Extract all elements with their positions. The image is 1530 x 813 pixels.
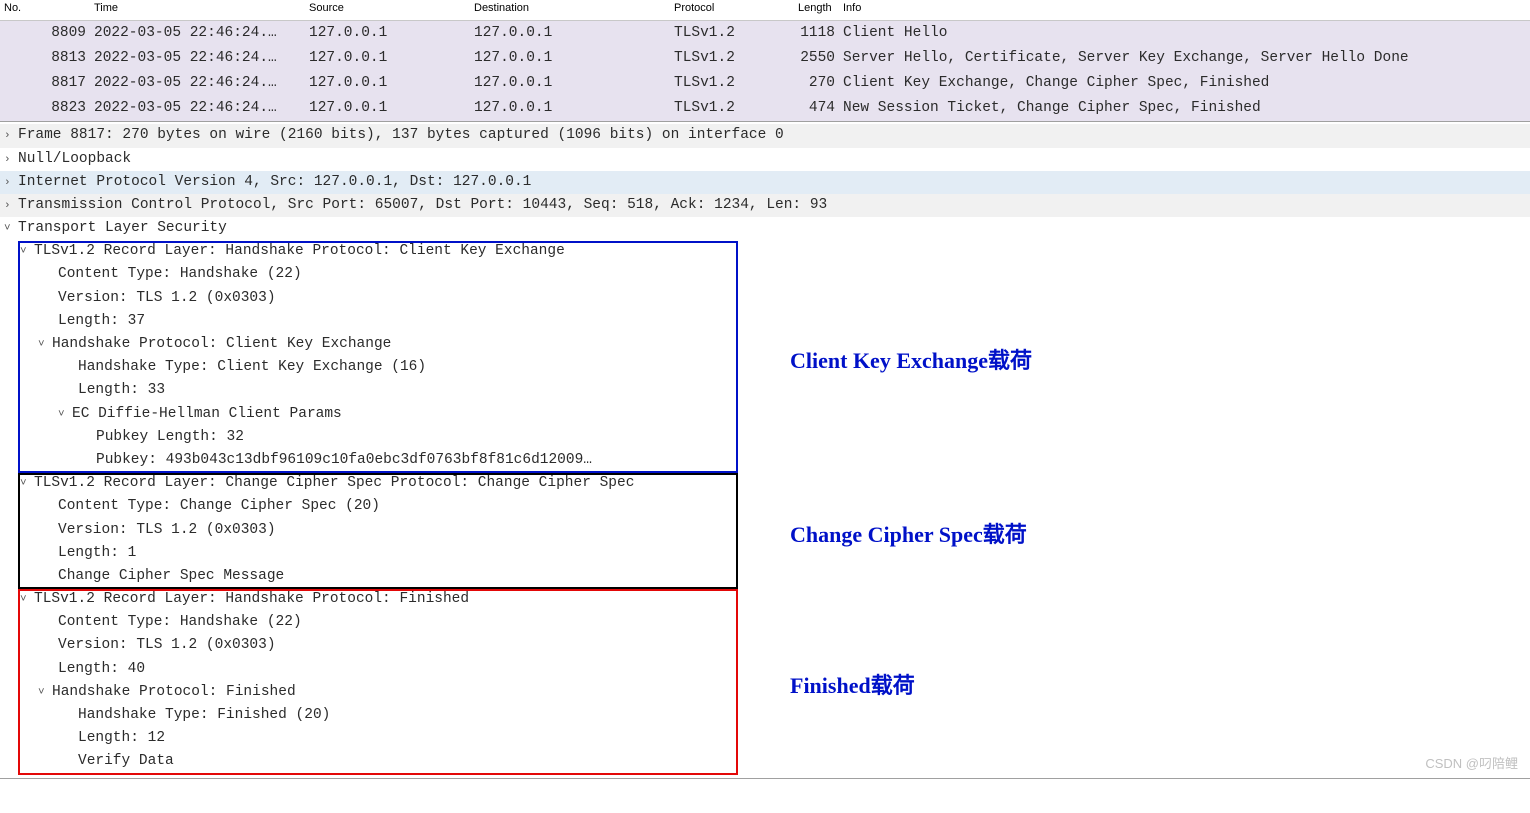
rec1-pubkey[interactable]: Pubkey: 493b043c13dbf96109c10fa0ebc3df07… bbox=[0, 449, 1530, 472]
detail-ip-text: Internet Protocol Version 4, Src: 127.0.… bbox=[18, 171, 531, 194]
cell-info: Client Hello bbox=[839, 20, 1530, 46]
cell-no: 8813 bbox=[0, 46, 90, 71]
rec1-ecdh[interactable]: ˅ EC Diffie-Hellman Client Params bbox=[0, 403, 1530, 426]
cell-proto: TLSv1.2 bbox=[670, 20, 794, 46]
packet-list-table[interactable]: No. Time Source Destination Protocol Len… bbox=[0, 0, 1530, 121]
cell-dst: 127.0.0.1 bbox=[470, 71, 670, 96]
cell-proto: TLSv1.2 bbox=[670, 46, 794, 71]
packet-list-header[interactable]: No. Time Source Destination Protocol Len… bbox=[0, 0, 1530, 20]
chevron-down-icon[interactable]: ˅ bbox=[38, 338, 52, 352]
cell-no: 8809 bbox=[0, 20, 90, 46]
chevron-right-icon[interactable]: › bbox=[4, 199, 18, 213]
chevron-down-icon[interactable]: ˅ bbox=[38, 686, 52, 700]
cell-len: 474 bbox=[794, 96, 839, 121]
detail-null-loopback-text: Null/Loopback bbox=[18, 148, 131, 171]
packet-row[interactable]: 88172022-03-05 22:46:24.…127.0.0.1127.0.… bbox=[0, 71, 1530, 96]
tls-record-3[interactable]: ˅ TLSv1.2 Record Layer: Handshake Protoc… bbox=[0, 588, 1530, 611]
detail-ip[interactable]: › Internet Protocol Version 4, Src: 127.… bbox=[0, 171, 1530, 194]
rec1-hs-type[interactable]: Handshake Type: Client Key Exchange (16) bbox=[0, 356, 1530, 379]
cell-dst: 127.0.0.1 bbox=[470, 96, 670, 121]
cell-src: 127.0.0.1 bbox=[305, 96, 470, 121]
detail-tls[interactable]: ˅ Transport Layer Security bbox=[0, 217, 1530, 240]
cell-src: 127.0.0.1 bbox=[305, 71, 470, 96]
chevron-right-icon[interactable]: › bbox=[4, 129, 18, 143]
chevron-down-icon[interactable]: ˅ bbox=[58, 408, 72, 422]
cell-info: New Session Ticket, Change Cipher Spec, … bbox=[839, 96, 1530, 121]
rec3-hs-type[interactable]: Handshake Type: Finished (20) bbox=[0, 704, 1530, 727]
detail-frame[interactable]: › Frame 8817: 270 bytes on wire (2160 bi… bbox=[0, 124, 1530, 147]
chevron-right-icon[interactable]: › bbox=[4, 176, 18, 190]
col-destination[interactable]: Destination bbox=[470, 0, 670, 20]
rec2-msg[interactable]: Change Cipher Spec Message bbox=[0, 565, 1530, 588]
col-no[interactable]: No. bbox=[0, 0, 90, 20]
col-source[interactable]: Source bbox=[305, 0, 470, 20]
cell-dst: 127.0.0.1 bbox=[470, 46, 670, 71]
cell-time: 2022-03-05 22:46:24.… bbox=[90, 20, 305, 46]
detail-tls-text: Transport Layer Security bbox=[18, 217, 227, 240]
cell-no: 8823 bbox=[0, 96, 90, 121]
detail-tcp[interactable]: › Transmission Control Protocol, Src Por… bbox=[0, 194, 1530, 217]
rec1-version[interactable]: Version: TLS 1.2 (0x0303) bbox=[0, 287, 1530, 310]
rec3-handshake[interactable]: ˅ Handshake Protocol: Finished bbox=[0, 681, 1530, 704]
cell-src: 127.0.0.1 bbox=[305, 46, 470, 71]
cell-len: 270 bbox=[794, 71, 839, 96]
tls-record-2-title: TLSv1.2 Record Layer: Change Cipher Spec… bbox=[34, 472, 634, 495]
rec1-length[interactable]: Length: 37 bbox=[0, 310, 1530, 333]
rec3-content-type[interactable]: Content Type: Handshake (22) bbox=[0, 611, 1530, 634]
rec3-version[interactable]: Version: TLS 1.2 (0x0303) bbox=[0, 634, 1530, 657]
packet-row[interactable]: 88132022-03-05 22:46:24.…127.0.0.1127.0.… bbox=[0, 46, 1530, 71]
chevron-down-icon[interactable]: ˅ bbox=[20, 593, 34, 607]
col-protocol[interactable]: Protocol bbox=[670, 0, 794, 20]
packet-details-pane[interactable]: › Frame 8817: 270 bytes on wire (2160 bi… bbox=[0, 121, 1530, 778]
cell-proto: TLSv1.2 bbox=[670, 96, 794, 121]
tls-record-3-title: TLSv1.2 Record Layer: Handshake Protocol… bbox=[34, 588, 469, 611]
cell-len: 1118 bbox=[794, 20, 839, 46]
packet-row[interactable]: 88092022-03-05 22:46:24.…127.0.0.1127.0.… bbox=[0, 20, 1530, 46]
chevron-down-icon[interactable]: ˅ bbox=[4, 222, 18, 236]
cell-time: 2022-03-05 22:46:24.… bbox=[90, 96, 305, 121]
detail-frame-text: Frame 8817: 270 bytes on wire (2160 bits… bbox=[18, 124, 784, 147]
rec1-handshake[interactable]: ˅ Handshake Protocol: Client Key Exchang… bbox=[0, 333, 1530, 356]
cell-no: 8817 bbox=[0, 71, 90, 96]
tls-record-1-title: TLSv1.2 Record Layer: Handshake Protocol… bbox=[34, 240, 565, 263]
rec2-length[interactable]: Length: 1 bbox=[0, 542, 1530, 565]
annotation-label-client-key-exchange: Client Key Exchange载荷 bbox=[790, 343, 1032, 378]
cell-dst: 127.0.0.1 bbox=[470, 20, 670, 46]
packet-row[interactable]: 88232022-03-05 22:46:24.…127.0.0.1127.0.… bbox=[0, 96, 1530, 121]
rec1-hs-length[interactable]: Length: 33 bbox=[0, 379, 1530, 402]
cell-len: 2550 bbox=[794, 46, 839, 71]
rec3-hs-length[interactable]: Length: 12 bbox=[0, 727, 1530, 750]
cell-proto: TLSv1.2 bbox=[670, 71, 794, 96]
tls-record-1[interactable]: ˅ TLSv1.2 Record Layer: Handshake Protoc… bbox=[0, 240, 1530, 263]
rec3-verify-data[interactable]: Verify Data bbox=[0, 750, 1530, 773]
rec2-version[interactable]: Version: TLS 1.2 (0x0303) bbox=[0, 519, 1530, 542]
col-length[interactable]: Length bbox=[794, 0, 839, 20]
detail-null-loopback[interactable]: › Null/Loopback bbox=[0, 148, 1530, 171]
cell-time: 2022-03-05 22:46:24.… bbox=[90, 71, 305, 96]
cell-time: 2022-03-05 22:46:24.… bbox=[90, 46, 305, 71]
chevron-right-icon[interactable]: › bbox=[4, 153, 18, 167]
cell-info: Client Key Exchange, Change Cipher Spec,… bbox=[839, 71, 1530, 96]
rec1-pubkey-len[interactable]: Pubkey Length: 32 bbox=[0, 426, 1530, 449]
chevron-down-icon[interactable]: ˅ bbox=[20, 477, 34, 491]
rec2-content-type[interactable]: Content Type: Change Cipher Spec (20) bbox=[0, 495, 1530, 518]
detail-tcp-text: Transmission Control Protocol, Src Port:… bbox=[18, 194, 827, 217]
rec3-length[interactable]: Length: 40 bbox=[0, 658, 1530, 681]
chevron-down-icon[interactable]: ˅ bbox=[20, 245, 34, 259]
cell-src: 127.0.0.1 bbox=[305, 20, 470, 46]
tls-record-2[interactable]: ˅ TLSv1.2 Record Layer: Change Cipher Sp… bbox=[0, 472, 1530, 495]
col-info[interactable]: Info bbox=[839, 0, 1530, 20]
col-time[interactable]: Time bbox=[90, 0, 305, 20]
annotation-label-change-cipher-spec: Change Cipher Spec载荷 bbox=[790, 517, 1027, 552]
rec1-content-type[interactable]: Content Type: Handshake (22) bbox=[0, 263, 1530, 286]
annotation-label-finished: Finished载荷 bbox=[790, 668, 915, 703]
cell-info: Server Hello, Certificate, Server Key Ex… bbox=[839, 46, 1530, 71]
watermark: CSDN @叼陪鲤 bbox=[1425, 754, 1518, 775]
